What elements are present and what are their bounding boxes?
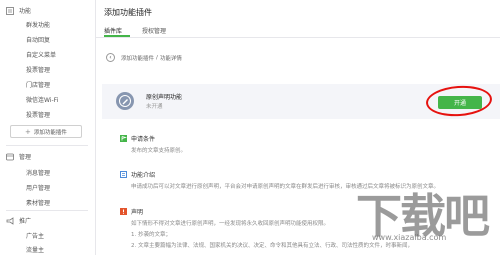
sidebar-item-users[interactable]: 用户管理: [26, 183, 50, 192]
page-title: 添加功能插件: [104, 8, 152, 17]
sidebar: 功能 群发功能 自动回复 自定义菜单 投票管理 门店管理 微信连Wi-Fi 投票…: [0, 0, 96, 255]
sidebar-item-mass-send[interactable]: 群发功能: [26, 20, 50, 29]
warning-icon: [120, 208, 127, 215]
sidebar-item-auto-reply[interactable]: 自动回复: [26, 35, 50, 44]
sidebar-item-custom-menu[interactable]: 自定义菜单: [26, 50, 56, 59]
add-plugin-label: 添加功能插件: [33, 129, 67, 136]
sidebar-group-function: 功能: [6, 6, 31, 15]
sidebar-group-manage: 管理: [6, 152, 31, 161]
section-title: 声明: [131, 209, 144, 216]
sidebar-divider: [6, 210, 88, 211]
add-plugin-button[interactable]: + 添加功能插件: [10, 125, 82, 138]
sidebar-item-vote-2[interactable]: 投票管理: [26, 110, 50, 119]
open-button[interactable]: 开通: [438, 96, 482, 109]
section-title: 功能介绍: [131, 172, 156, 179]
sidebar-item-messages[interactable]: 消息管理: [26, 168, 50, 177]
sidebar-item-vote[interactable]: 投票管理: [26, 65, 50, 74]
sidebar-item-materials[interactable]: 素材管理: [26, 198, 50, 207]
plugin-name: 原创声明功能: [146, 94, 183, 101]
sidebar-group-label: 管理: [19, 154, 32, 161]
sidebar-item-wifi[interactable]: 微信连Wi-Fi: [26, 95, 58, 104]
original-declaration-icon: [116, 92, 134, 110]
plugin-card: 原创声明功能 未开通 开通: [102, 83, 500, 119]
manage-icon: [6, 153, 14, 161]
sidebar-group-label: 功能: [19, 8, 32, 15]
sidebar-group-promote: 推广: [6, 216, 31, 225]
sidebar-divider: [6, 145, 88, 146]
sidebar-item-store[interactable]: 门店管理: [26, 80, 50, 89]
megaphone-icon: [6, 216, 14, 225]
sidebar-item-traffic-owner[interactable]: 流量主: [26, 245, 44, 254]
section-conditions: 申请条件 发布的文章支持原创。: [120, 134, 186, 154]
tab-plugin-library[interactable]: 插件库: [104, 26, 122, 35]
section-line: 发布的文章支持原创。: [131, 148, 187, 154]
breadcrumb-current: 功能详情: [159, 55, 182, 62]
function-icon: [6, 6, 14, 15]
plugin-status: 未开通: [146, 104, 163, 110]
flag-icon: [120, 135, 127, 142]
tab-bar: 插件库 授权管理: [104, 26, 166, 35]
sidebar-item-advertiser[interactable]: 广告主: [26, 231, 44, 240]
document-icon: [120, 171, 127, 178]
sidebar-group-label: 推广: [19, 218, 32, 225]
breadcrumb-parent-link[interactable]: 添加功能插件: [121, 54, 154, 62]
breadcrumb-separator: /: [156, 54, 158, 61]
back-icon[interactable]: ‹: [106, 53, 115, 62]
plus-icon: +: [25, 127, 31, 136]
section-title: 申请条件: [131, 136, 156, 143]
breadcrumb: ‹ 添加功能插件 / 功能详情: [106, 53, 182, 62]
watermark-url: www.xiazaiba.com: [372, 233, 447, 242]
tab-divider: [96, 37, 500, 38]
tab-authorization[interactable]: 授权管理: [142, 26, 166, 35]
